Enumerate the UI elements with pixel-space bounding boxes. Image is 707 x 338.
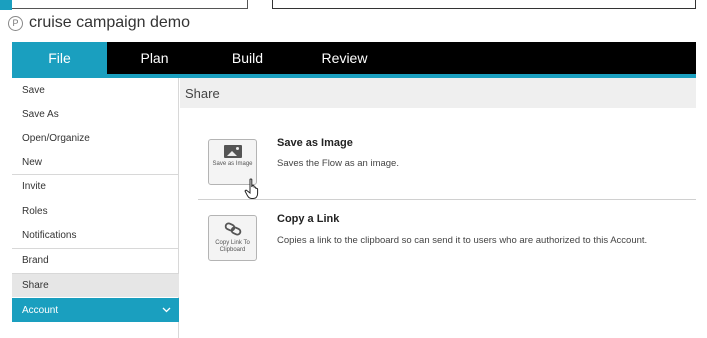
tab-plan[interactable]: Plan — [122, 42, 187, 74]
tab-build[interactable]: Build — [215, 42, 280, 74]
top-right-frame — [272, 0, 696, 9]
copy-link-title: Copy a Link — [277, 213, 340, 225]
sidebar-item-save[interactable]: Save — [12, 78, 179, 102]
sidebar-item-notifications[interactable]: Notifications — [12, 223, 179, 247]
window-top-edge — [0, 0, 707, 10]
sidebar-item-share[interactable]: Share — [12, 273, 179, 297]
sidebar-item-new[interactable]: New — [12, 150, 179, 174]
copy-link-description: Copies a link to the clipboard so can se… — [277, 235, 648, 246]
sidebar-item-account[interactable]: Account — [12, 298, 179, 322]
tab-file[interactable]: File — [12, 42, 107, 74]
project-title: cruise campaign demo — [29, 14, 190, 31]
tab-review[interactable]: Review — [307, 42, 382, 74]
sidebar-item-invite[interactable]: Invite — [12, 174, 179, 198]
sidebar-item-brand[interactable]: Brand — [12, 248, 179, 272]
sidebar-item-save-as[interactable]: Save As — [12, 102, 179, 126]
sidebar-item-account-label: Account — [22, 304, 59, 316]
copy-link-caption: Copy Link To Clipboard — [215, 240, 250, 253]
hand-cursor-icon — [244, 178, 259, 199]
link-icon — [223, 221, 243, 237]
project-title-row: P cruise campaign demo — [8, 12, 190, 34]
section-divider — [198, 199, 696, 200]
sidebar-item-open-organize[interactable]: Open/Organize — [12, 126, 179, 150]
project-icon: P — [8, 15, 23, 31]
main-nav: File Plan Build Review — [12, 42, 696, 74]
save-as-image-description: Saves the Flow as an image. — [277, 158, 399, 169]
save-as-image-caption: Save as Image — [212, 161, 253, 167]
sidebar-item-roles[interactable]: Roles — [12, 199, 179, 223]
section-header: Share — [180, 78, 696, 108]
top-left-frame — [12, 0, 248, 9]
file-sidebar: Save Save As Open/Organize New Invite Ro… — [12, 78, 179, 338]
image-icon — [223, 145, 242, 158]
copy-link-button[interactable]: Copy Link To Clipboard — [208, 215, 257, 261]
chevron-down-icon — [162, 307, 171, 313]
save-as-image-title: Save as Image — [277, 137, 353, 149]
top-accent-strip — [0, 0, 12, 10]
